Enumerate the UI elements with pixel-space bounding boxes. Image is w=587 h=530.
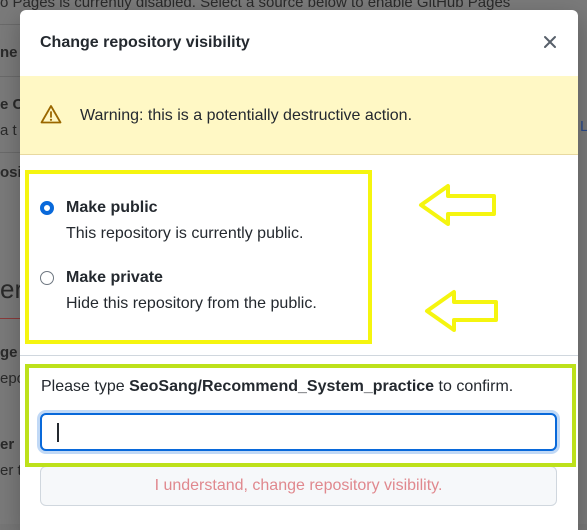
background-divider [0, 152, 20, 153]
arrow-left-icon [425, 290, 498, 332]
background-fragment: er t [0, 462, 22, 479]
highlight-box-options [25, 170, 372, 344]
dialog-header: Change repository visibility [20, 10, 578, 77]
confirm-change-visibility-button[interactable]: I understand, change repository visibili… [40, 466, 557, 506]
background-danger-divider [0, 318, 20, 319]
alert-icon [40, 105, 62, 124]
warning-banner: Warning: this is a potentially destructi… [20, 76, 578, 155]
close-icon [544, 36, 556, 48]
background-divider [0, 24, 20, 25]
background-fragment: er [0, 436, 15, 453]
warning-text: Warning: this is a potentially destructi… [80, 107, 413, 124]
arrow-left-icon [419, 184, 496, 226]
background-link-fragment: L [580, 118, 587, 135]
background-divider [0, 76, 20, 77]
dialog-title: Change repository visibility [40, 34, 250, 51]
highlight-box-confirm [25, 364, 576, 467]
background-fragment: a t [0, 122, 17, 139]
background-fragment: ne [0, 44, 18, 61]
background-fragment: osi [0, 164, 22, 181]
close-button[interactable] [540, 32, 560, 52]
